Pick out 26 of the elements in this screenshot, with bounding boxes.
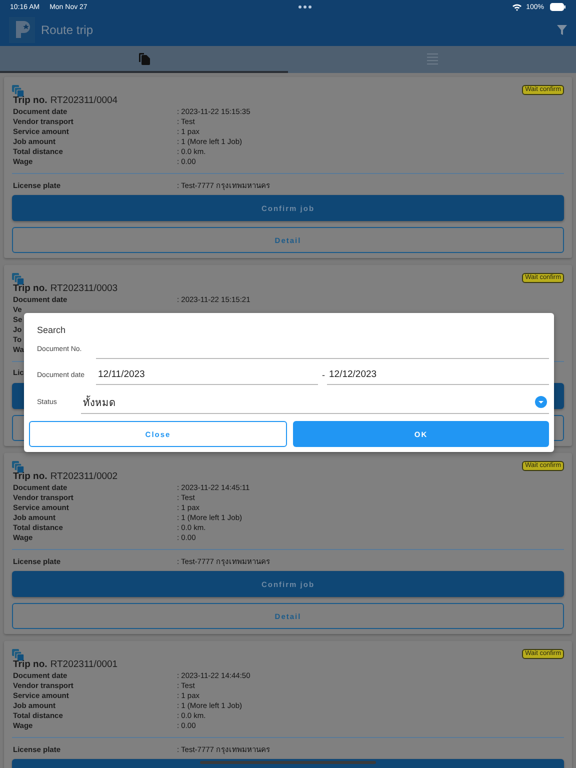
trip-number: RT202311/0001 xyxy=(50,659,118,670)
documents-icon xyxy=(12,461,24,473)
date-separator: - xyxy=(322,370,325,380)
trip-label: Trip no. xyxy=(13,471,48,482)
page-title: Route trip xyxy=(41,23,94,37)
documents-icon xyxy=(12,649,24,661)
trip-label: Trip no. xyxy=(13,95,48,106)
documents-icon xyxy=(12,85,24,97)
list-icon xyxy=(426,52,438,64)
status-dropdown[interactable]: ทั้งหมด xyxy=(81,391,549,414)
documents-icon xyxy=(138,52,150,64)
wifi-icon xyxy=(512,3,522,11)
trip-number: RT202311/0002 xyxy=(50,471,118,482)
trip-number: RT202311/0004 xyxy=(50,95,118,106)
documents-icon xyxy=(12,273,24,285)
date-from-field[interactable]: 12/11/2023 xyxy=(96,365,318,385)
app-logo-icon xyxy=(9,17,35,43)
filter-icon[interactable] xyxy=(557,25,567,35)
trip-label: Trip no. xyxy=(13,283,48,294)
trip-label: Trip no. xyxy=(13,659,48,670)
dialog-title: Search xyxy=(36,325,67,335)
dropdown-icon xyxy=(535,396,547,408)
date-to-field[interactable]: 12/12/2023 xyxy=(327,365,549,385)
more-dots-icon xyxy=(298,5,312,9)
battery-icon xyxy=(550,3,566,11)
trip-number: RT202311/0003 xyxy=(50,283,118,294)
